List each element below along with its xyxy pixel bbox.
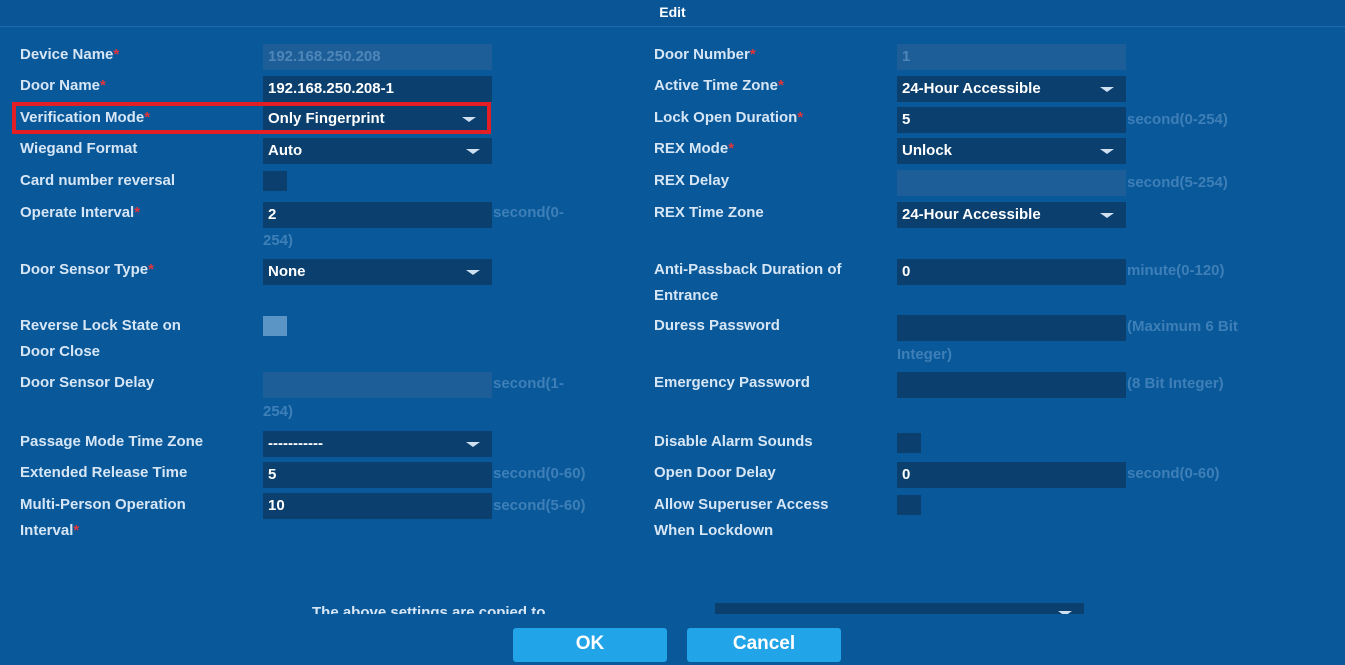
emergency-password-hint: (8 Bit Integer) [1127,375,1224,392]
multi-person-interval-hint: second(5-60) [493,497,586,514]
duress-password-field[interactable] [897,315,1126,341]
open-door-delay-label: Open Door Delay [654,464,776,481]
required-mark: * [777,77,784,94]
reverse-lock-state-checkbox[interactable] [263,316,287,336]
door-number-label: Door Number* [654,46,756,63]
door-sensor-delay-label: Door Sensor Delay [20,374,155,391]
required-mark: * [749,46,756,63]
rex-delay-hint: second(5-254) [1127,174,1228,191]
duress-password-label: Duress Password [654,317,780,334]
door-sensor-type-select[interactable]: None [263,259,492,285]
multi-person-interval-field[interactable]: 10 [263,493,492,519]
device-name-label: Device Name* [20,46,120,63]
active-time-zone-label: Active Time Zone* [654,77,784,94]
rex-time-zone-select[interactable]: 24-Hour Accessible [897,202,1126,228]
ok-button[interactable]: OK [513,628,667,662]
dialog-title: Edit [0,0,1345,26]
lock-open-duration-hint: second(0-254) [1127,111,1228,128]
reverse-lock-state-label-cont: Door Close [20,343,101,360]
required-mark: * [148,261,154,278]
copy-settings-label: The above settings are copied to [312,604,546,614]
allow-superuser-access-checkbox[interactable] [897,495,921,515]
operate-interval-hint-cont: 254) [263,232,294,249]
required-mark: * [73,522,80,539]
wiegand-format-select[interactable]: Auto [263,138,492,164]
required-mark: * [797,109,804,126]
required-mark: * [728,140,735,157]
required-mark: * [113,46,120,63]
highlight-box [12,102,491,134]
rex-delay-field[interactable] [897,170,1126,196]
door-sensor-delay-hint: second(1- [493,375,564,392]
required-mark: * [100,77,106,94]
anti-passback-duration-hint: minute(0-120) [1127,262,1225,279]
card-number-reversal-label: Card number reversal [20,172,176,189]
door-sensor-type-label: Door Sensor Type* [20,261,154,278]
duress-password-hint: (Maximum 6 Bit [1127,318,1238,335]
lock-open-duration-field[interactable]: 5 [897,107,1126,133]
door-sensor-delay-field[interactable] [263,372,492,398]
allow-superuser-access-label: Allow Superuser Access [654,496,829,513]
anti-passback-duration-label: Anti-Passback Duration of [654,261,842,278]
anti-passback-duration-field[interactable]: 0 [897,259,1126,285]
passage-mode-time-zone-select[interactable]: ----------- [263,431,492,457]
door-name-label: Door Name* [20,77,106,94]
extended-release-time-label: Extended Release Time [20,464,188,481]
rex-mode-label: REX Mode* [654,140,735,157]
door-number-field[interactable]: 1 [897,44,1126,70]
wiegand-format-label: Wiegand Format [20,140,138,157]
duress-password-hint-cont: Integer) [897,346,953,363]
operate-interval-label: Operate Interval* [20,204,141,221]
multi-person-interval-label: Multi-Person Operation [20,496,186,513]
allow-superuser-access-label-cont: When Lockdown [654,522,774,539]
multi-person-interval-label-cont: Interval* [20,522,80,539]
required-mark: * [134,204,141,221]
rex-delay-label: REX Delay [654,172,730,189]
emergency-password-label: Emergency Password [654,374,810,391]
cancel-button[interactable]: Cancel [687,628,841,662]
open-door-delay-field[interactable]: 0 [897,462,1126,488]
rex-time-zone-label: REX Time Zone [654,204,764,221]
extended-release-time-hint: second(0-60) [493,465,586,482]
reverse-lock-state-label: Reverse Lock State on [20,317,181,334]
device-name-field[interactable]: 192.168.250.208 [263,44,492,70]
anti-passback-duration-label-cont: Entrance [654,287,719,304]
title-divider [0,26,1345,27]
active-time-zone-select[interactable]: 24-Hour Accessible [897,76,1126,102]
emergency-password-field[interactable] [897,372,1126,398]
extended-release-time-field[interactable]: 5 [263,462,492,488]
door-sensor-delay-hint-cont: 254) [263,403,294,420]
operate-interval-field[interactable]: 2 [263,202,492,228]
rex-mode-select[interactable]: Unlock [897,138,1126,164]
disable-alarm-sounds-label: Disable Alarm Sounds [654,433,813,450]
operate-interval-hint: second(0- [493,204,564,221]
chevron-down-icon [1058,611,1072,614]
lock-open-duration-label: Lock Open Duration* [654,109,804,126]
open-door-delay-hint: second(0-60) [1127,465,1220,482]
copy-settings-select[interactable] [715,603,1084,614]
passage-mode-time-zone-label: Passage Mode Time Zone [20,433,204,450]
card-number-reversal-checkbox[interactable] [263,171,287,191]
disable-alarm-sounds-checkbox[interactable] [897,433,921,453]
door-name-field[interactable]: 192.168.250.208-1 [263,76,492,102]
